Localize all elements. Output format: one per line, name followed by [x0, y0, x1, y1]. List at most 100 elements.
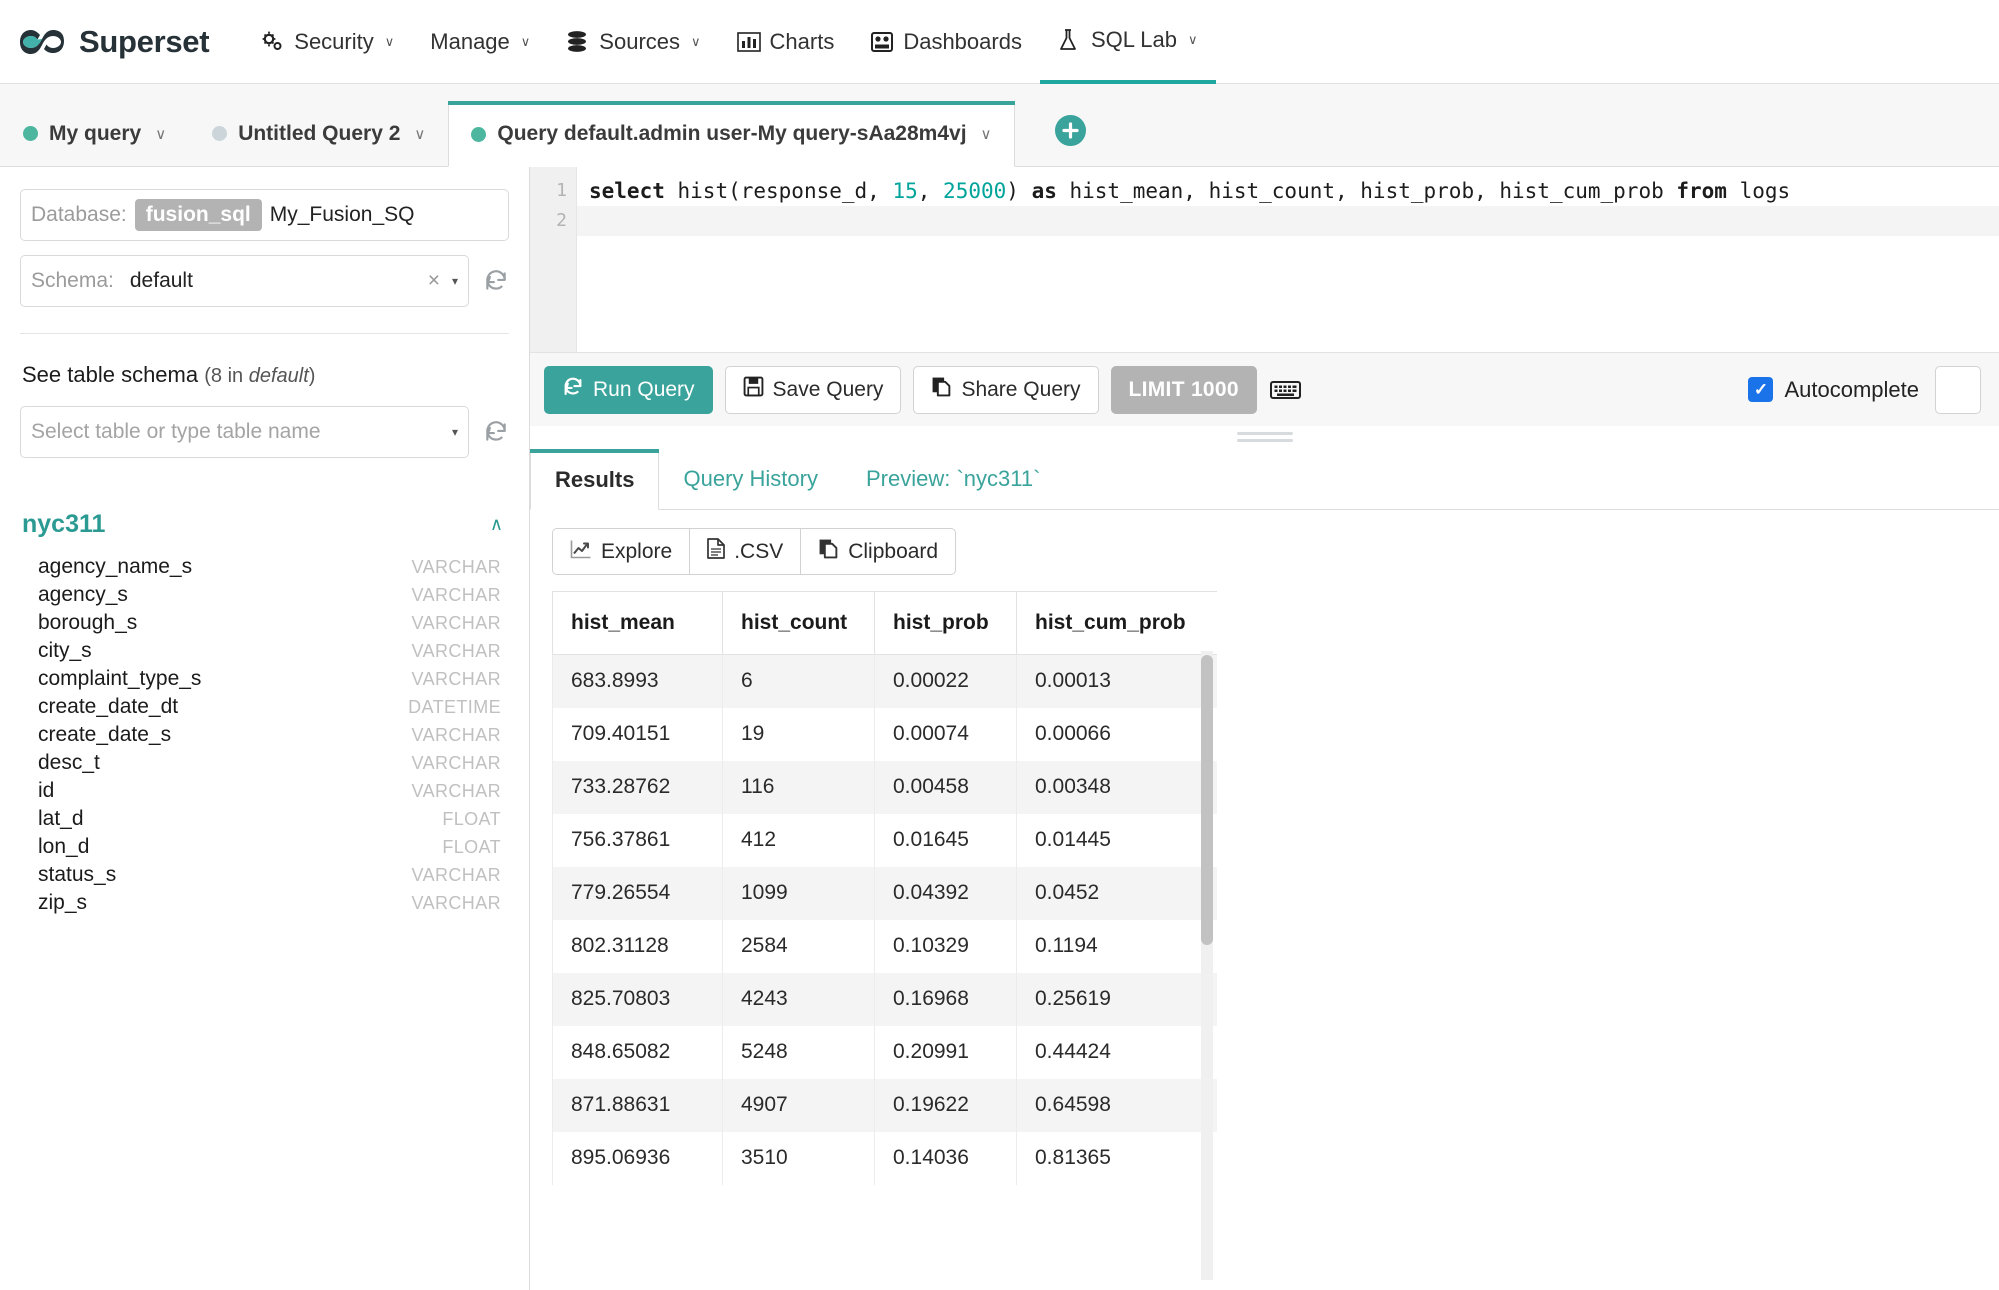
explore-button[interactable]: Explore — [552, 528, 690, 575]
table-column-name: agency_s — [38, 583, 128, 606]
table-column-row[interactable]: agency_s VARCHAR — [20, 581, 509, 609]
table-column-type: VARCHAR — [411, 641, 501, 661]
table-row[interactable]: 848.65082 5248 0.20991 0.44424 — [552, 1025, 1217, 1079]
nav-item-sql-lab[interactable]: SQL Lab ∨ — [1039, 0, 1216, 84]
nav-item-dashboards[interactable]: Dashboards — [852, 0, 1040, 84]
drag-line — [1236, 432, 1293, 435]
table-row[interactable]: 756.37861 412 0.01645 0.01445 — [552, 813, 1217, 867]
sql-editor[interactable]: 1 2 select hist(response_d, 15, 25000) a… — [530, 167, 1999, 352]
table-row[interactable]: 779.26554 1099 0.04392 0.0452 — [552, 866, 1217, 920]
editor-resize-handle[interactable] — [530, 426, 1999, 448]
drag-line — [1236, 439, 1293, 442]
table-cell: 0.00074 — [874, 707, 1017, 761]
table-cell: 779.26554 — [552, 866, 723, 920]
table-cell: 0.10329 — [874, 919, 1017, 973]
table-column-row[interactable]: desc_t VARCHAR — [20, 749, 509, 777]
results-tab-query-history[interactable]: Query History — [659, 448, 841, 509]
table-row[interactable]: 825.70803 4243 0.16968 0.25619 — [552, 972, 1217, 1026]
query-tab-my-query[interactable]: My query ∨ — [0, 100, 189, 166]
keyboard-shortcuts-icon[interactable] — [1269, 378, 1301, 402]
table-row[interactable]: 871.88631 4907 0.19622 0.64598 — [552, 1078, 1217, 1132]
nav-item-manage[interactable]: Manage ∨ — [412, 0, 548, 84]
table-row[interactable]: 683.8993 6 0.00022 0.00013 — [552, 654, 1217, 708]
nav-item-security[interactable]: Security ∨ — [243, 0, 412, 84]
table-schema-heading: See table schema (8 in default) — [22, 362, 509, 388]
chevron-down-icon[interactable]: ∨ — [981, 125, 992, 143]
table-column-row[interactable]: city_s VARCHAR — [20, 637, 509, 665]
results-tab-preview[interactable]: Preview: `nyc311` — [842, 448, 1064, 509]
table-column-type: VARCHAR — [411, 865, 501, 885]
autocomplete-checkbox[interactable]: ✓ — [1748, 377, 1774, 402]
table-column-row[interactable]: status_s VARCHAR — [20, 861, 509, 889]
chevron-down-icon[interactable]: ∨ — [414, 125, 425, 143]
table-column-row[interactable]: create_date_s VARCHAR — [20, 721, 509, 749]
infinity-logo-icon — [15, 25, 69, 59]
table-column-row[interactable]: lon_d FLOAT — [20, 833, 509, 861]
table-row[interactable]: 802.31128 2584 0.10329 0.1194 — [552, 919, 1217, 973]
chevron-down-icon[interactable]: ∨ — [155, 125, 166, 143]
column-header[interactable]: hist_cum_prob — [1016, 591, 1217, 655]
brand[interactable]: Superset — [10, 24, 210, 60]
table-row[interactable]: 733.28762 116 0.00458 0.00348 — [552, 760, 1217, 814]
table-row[interactable]: 895.06936 3510 0.14036 0.81365 — [552, 1131, 1217, 1185]
table-row[interactable]: 709.40151 19 0.00074 0.00066 — [552, 707, 1217, 761]
table-column-name: create_date_dt — [38, 695, 179, 718]
results-tab-results[interactable]: Results — [530, 449, 660, 510]
share-query-button[interactable]: Share Query — [913, 365, 1099, 414]
clipboard-copy-button[interactable]: Clipboard — [800, 528, 957, 575]
sql-editor-left-panel: Database: fusion_sql My_Fusion_SQ Schema… — [0, 167, 530, 1290]
database-select[interactable]: Database: fusion_sql My_Fusion_SQ — [20, 189, 509, 241]
autocomplete-toggle[interactable]: ✓ Autocomplete — [1748, 377, 1919, 403]
column-header[interactable]: hist_prob — [874, 591, 1017, 655]
table-schema-card-header[interactable]: nyc311 ∧ — [20, 510, 509, 539]
refresh-tables-icon[interactable] — [483, 419, 509, 445]
table-column-row[interactable]: id VARCHAR — [20, 777, 509, 805]
table-column-row[interactable]: lat_d FLOAT — [20, 805, 509, 833]
csv-download-button[interactable]: .CSV — [689, 528, 801, 575]
refresh-schemas-icon[interactable] — [483, 268, 509, 294]
database-engine-pill: fusion_sql — [134, 199, 262, 231]
table-column-list: agency_name_s VARCHAR agency_s VARCHAR borou… — [20, 553, 509, 917]
query-tab-untitled-query-2[interactable]: Untitled Query 2 ∨ — [189, 100, 448, 166]
table-column-row[interactable]: create_date_dt DATETIME — [20, 693, 509, 721]
table-select[interactable]: Select table or type table name ▾ — [20, 406, 469, 458]
table-column-row[interactable]: complaint_type_s VARCHAR — [20, 665, 509, 693]
sql-token: logs — [1726, 179, 1791, 203]
clear-schema-icon[interactable]: × — [428, 269, 440, 293]
save-query-button[interactable]: Save Query — [724, 365, 902, 414]
sql-token: , — [917, 179, 944, 203]
column-header[interactable]: hist_mean — [552, 591, 723, 655]
chevron-down-icon: ∨ — [1188, 31, 1198, 47]
nav-item-sources[interactable]: Sources ∨ — [548, 0, 718, 84]
table-cell: 0.81365 — [1016, 1131, 1217, 1185]
chevron-down-icon[interactable]: ▾ — [452, 425, 458, 439]
run-query-button[interactable]: Run Query — [544, 365, 713, 414]
chevron-down-icon[interactable]: ▾ — [452, 274, 458, 288]
schema-select[interactable]: Schema: default × ▾ — [20, 255, 469, 307]
flask-icon — [1058, 28, 1082, 52]
table-column-type: DATETIME — [408, 697, 501, 717]
table-column-name: create_date_s — [38, 723, 172, 746]
toolbar-overflow-button[interactable] — [1935, 365, 1981, 414]
table-column-type: VARCHAR — [411, 613, 501, 633]
explore-label: Explore — [601, 539, 673, 563]
table-cell: 733.28762 — [552, 760, 723, 814]
table-cell: 0.00066 — [1016, 707, 1217, 761]
results-tab-label: Results — [555, 466, 635, 492]
results-scrollbar-thumb[interactable] — [1201, 655, 1213, 945]
status-dot-icon — [23, 126, 38, 141]
table-column-row[interactable]: borough_s VARCHAR — [20, 609, 509, 637]
column-header[interactable]: hist_count — [722, 591, 875, 655]
chevron-up-icon[interactable]: ∧ — [490, 514, 503, 535]
table-cell: 0.14036 — [874, 1131, 1017, 1185]
sql-token: hist_mean, hist_count, hist_prob, hist_c… — [1056, 179, 1677, 203]
table-column-row[interactable]: agency_name_s VARCHAR — [20, 553, 509, 581]
line-number: 1 — [556, 180, 567, 201]
editor-code-area[interactable]: select hist(response_d, 15, 25000) as hi… — [577, 167, 1999, 352]
table-column-row[interactable]: zip_s VARCHAR — [20, 889, 509, 917]
add-query-tab-button[interactable] — [1054, 115, 1086, 146]
results-grid[interactable]: hist_mean hist_count hist_prob hist_cum_… — [552, 591, 1217, 1290]
nav-item-charts[interactable]: Charts — [719, 0, 853, 84]
limit-dropdown-button[interactable]: LIMIT 1000 — [1110, 365, 1257, 414]
query-tab-active[interactable]: Query default.admin user-My query-sAa28m… — [448, 101, 1015, 167]
